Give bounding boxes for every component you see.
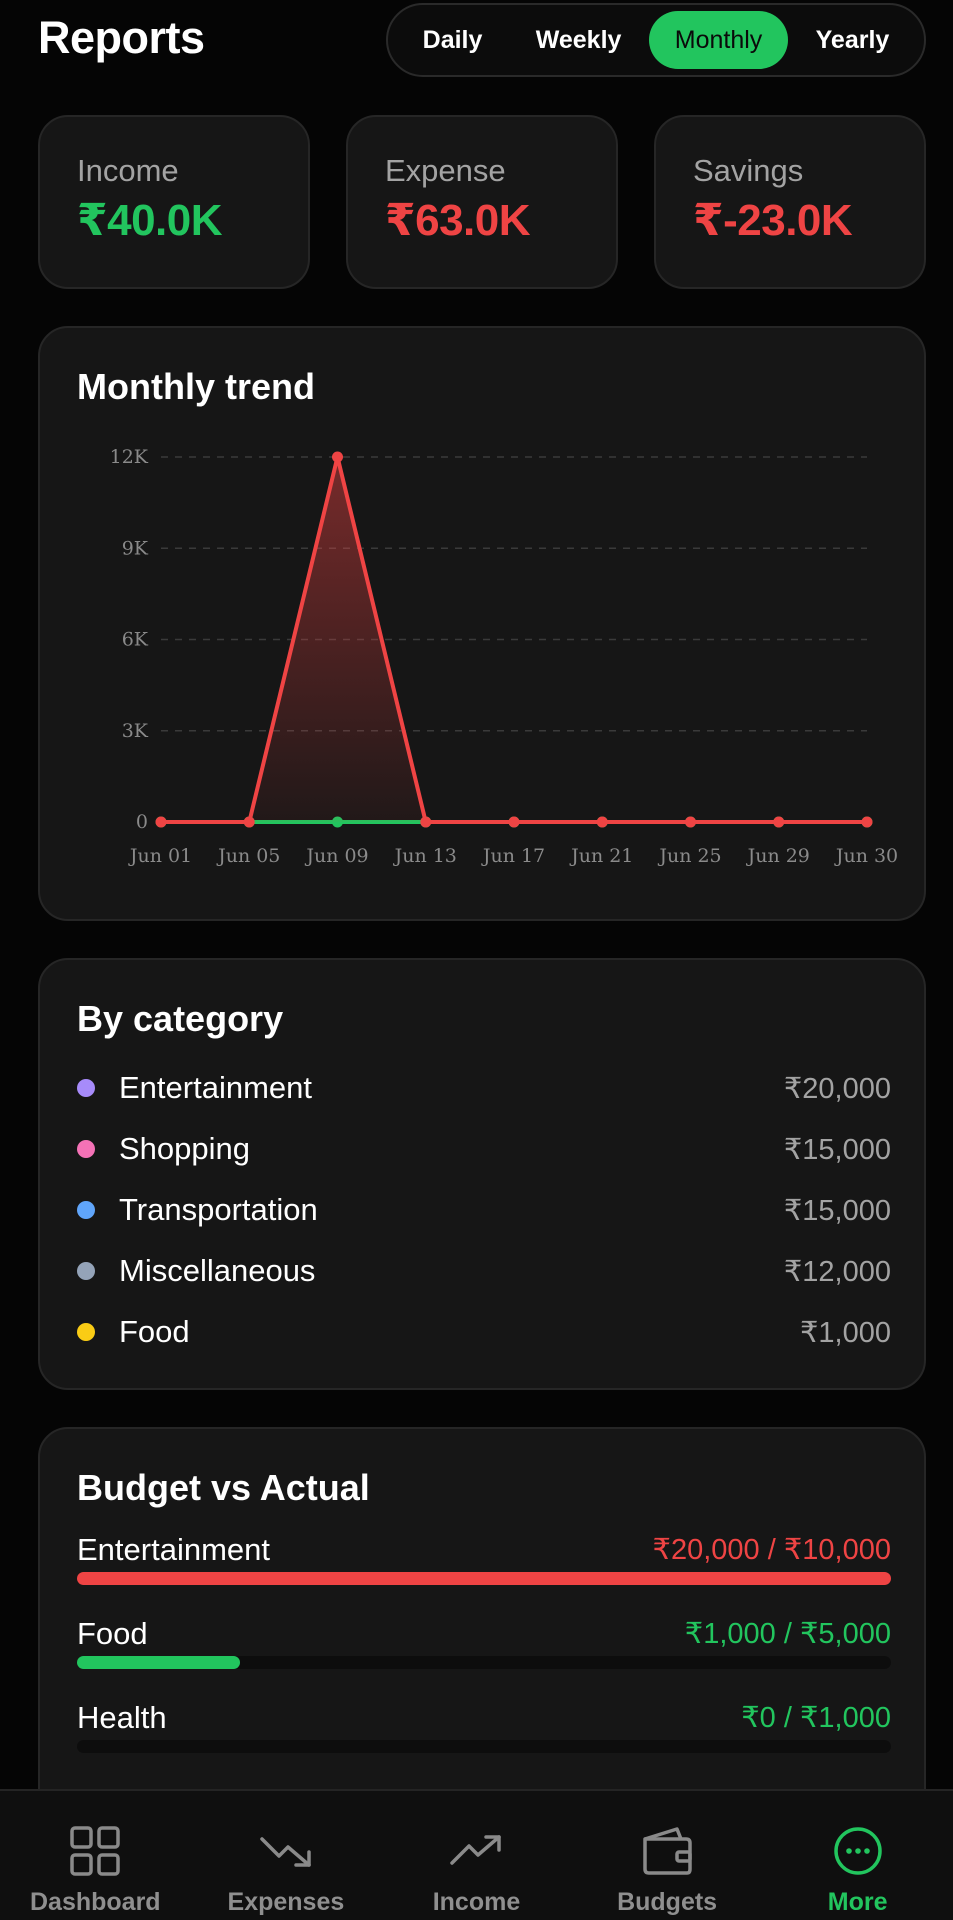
category-name: Food — [119, 1314, 190, 1349]
budget-progress-track — [77, 1656, 891, 1669]
category-amount: ₹20,000 — [783, 1072, 891, 1105]
data-point — [596, 816, 608, 828]
savings-value: ₹-23.0K — [693, 196, 853, 245]
category-name: Shopping — [119, 1131, 251, 1166]
wallet-icon — [643, 1827, 692, 1875]
y-tick-label: 6K — [122, 629, 149, 651]
nav-label: Budgets — [617, 1888, 718, 1916]
x-tick-label: Jun 25 — [657, 845, 721, 867]
data-point — [332, 451, 343, 463]
category-color-dot — [77, 1079, 95, 1097]
budget-amount: ₹1,000 / ₹5,000 — [684, 1618, 891, 1650]
category-name: Transportation — [119, 1192, 318, 1227]
nav-expenses[interactable]: Expenses — [191, 1791, 382, 1920]
budget-category-name: Food — [77, 1616, 148, 1651]
trending-up-icon — [450, 1835, 502, 1865]
savings-label: Savings — [693, 153, 804, 188]
expense-card: Expense ₹63.0K — [346, 115, 618, 289]
budget-category-name: Health — [77, 1700, 167, 1735]
income-value: ₹40.0K — [77, 196, 223, 245]
income-card: Income ₹40.0K — [38, 115, 310, 289]
category-amount: ₹15,000 — [783, 1133, 891, 1166]
income-label: Income — [77, 153, 179, 188]
data-point — [773, 816, 785, 828]
nav-income[interactable]: Income — [381, 1791, 572, 1920]
trend-chart: 0 3K 6K 9K 12K Jun 01 Jun 05 Jun 09 Jun 13 Jun 17… — [110, 446, 899, 867]
data-point — [861, 816, 873, 828]
budget-category-name: Entertainment — [77, 1532, 270, 1567]
nav-label: Income — [432, 1888, 521, 1916]
nav-label: More — [827, 1888, 888, 1916]
category-color-dot — [77, 1201, 95, 1219]
x-tick-label: Jun 29 — [746, 845, 810, 867]
nav-label: Expenses — [227, 1888, 345, 1916]
x-tick-label: Jun 17 — [481, 845, 545, 867]
budget-card: Budget vs Actual Entertainment ₹20,000 /… — [38, 1427, 926, 1827]
y-tick-label: 3K — [122, 720, 149, 742]
savings-card: Savings ₹-23.0K — [654, 115, 926, 289]
data-point — [155, 816, 167, 828]
header: Reports Daily Weekly Monthly Yearly — [0, 0, 953, 90]
budget-row: Food ₹1,000 / ₹5,000 — [77, 1616, 891, 1696]
category-amount: ₹12,000 — [783, 1255, 891, 1288]
category-row: Transportation ₹15,000 — [77, 1185, 891, 1235]
trend-card: Monthly trend 0 3K 6K 9K 12K Jun 01 Jun 05 Jun … — [38, 326, 926, 921]
budget-progress-track — [77, 1572, 891, 1585]
y-tick-label: 9K — [122, 537, 149, 559]
budget-progress-fill — [77, 1656, 240, 1669]
tab-weekly[interactable]: Weekly — [510, 11, 648, 69]
trending-down-icon — [260, 1837, 311, 1867]
budget-title: Budget vs Actual — [77, 1467, 370, 1508]
more-circle-icon — [833, 1827, 882, 1875]
category-row: Entertainment ₹20,000 — [77, 1063, 891, 1113]
data-point — [420, 816, 432, 828]
y-tick-label: 12K — [110, 446, 149, 468]
category-amount: ₹1,000 — [799, 1316, 891, 1349]
category-row: Miscellaneous ₹12,000 — [77, 1246, 891, 1296]
category-row: Food ₹1,000 — [77, 1307, 891, 1357]
nav-label: Dashboard — [30, 1888, 161, 1916]
data-point — [508, 816, 520, 828]
expense-label: Expense — [385, 153, 506, 188]
x-tick-label: Jun 05 — [216, 845, 280, 867]
budget-amount: ₹0 / ₹1,000 — [741, 1702, 891, 1734]
nav-dashboard[interactable]: Dashboard — [0, 1791, 191, 1920]
x-tick-label: Jun 09 — [304, 845, 368, 867]
x-tick-label: Jun 30 — [834, 845, 898, 867]
period-selector: Daily Weekly Monthly Yearly — [386, 3, 926, 77]
tab-monthly[interactable]: Monthly — [648, 11, 789, 69]
budget-amount: ₹20,000 / ₹10,000 — [652, 1534, 891, 1566]
category-name: Miscellaneous — [119, 1253, 316, 1288]
nav-budgets[interactable]: Budgets — [572, 1791, 763, 1920]
category-color-dot — [77, 1323, 95, 1341]
bottom-nav: Dashboard Expenses Income Budgets More — [0, 1789, 953, 1920]
expense-value: ₹63.0K — [385, 196, 531, 245]
tab-yearly[interactable]: Yearly — [790, 11, 916, 69]
page-title: Reports — [38, 12, 205, 63]
data-point — [243, 816, 255, 828]
category-title: By category — [77, 998, 284, 1039]
budget-progress-fill — [77, 1572, 891, 1585]
tab-daily[interactable]: Daily — [397, 11, 509, 69]
category-color-dot — [77, 1140, 95, 1158]
budget-row: Entertainment ₹20,000 / ₹10,000 — [77, 1532, 891, 1612]
data-point — [685, 816, 696, 828]
grid-icon — [70, 1826, 121, 1876]
category-card: By category Entertainment ₹20,000 Shoppi… — [38, 958, 926, 1390]
category-color-dot — [77, 1262, 95, 1280]
nav-more[interactable]: More — [762, 1791, 953, 1920]
category-name: Entertainment — [119, 1070, 312, 1105]
x-tick-label: Jun 13 — [393, 845, 457, 867]
budget-progress-track — [77, 1740, 891, 1753]
x-tick-label: Jun 01 — [128, 845, 192, 867]
category-amount: ₹15,000 — [783, 1194, 891, 1227]
x-tick-label: Jun 21 — [569, 845, 633, 867]
budget-row: Health ₹0 / ₹1,000 — [77, 1700, 891, 1780]
y-tick-label: 0 — [136, 811, 148, 833]
category-row: Shopping ₹15,000 — [77, 1124, 891, 1174]
